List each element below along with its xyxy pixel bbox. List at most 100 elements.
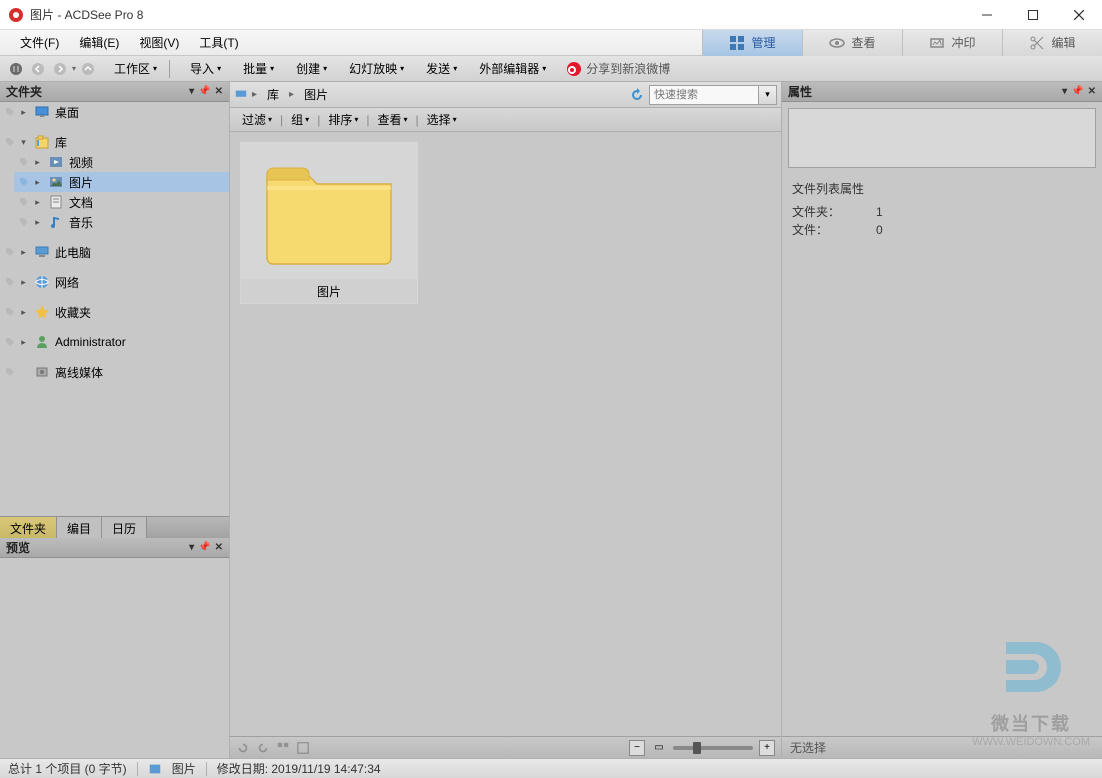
sort-dropdown[interactable]: 排序▾	[324, 109, 362, 130]
panel-pin-icon[interactable]: 📌	[198, 86, 210, 97]
filter-dropdown[interactable]: 过滤▾	[238, 109, 276, 130]
nav-up-icon[interactable]	[78, 59, 98, 79]
tab-folders[interactable]: 文件夹	[0, 517, 57, 538]
tree-desktop[interactable]: ▸桌面	[0, 102, 229, 122]
tab-calendar[interactable]: 日历	[102, 517, 147, 538]
zoom-out-button[interactable]: −	[629, 740, 645, 756]
group-dropdown[interactable]: 组▾	[287, 109, 313, 130]
tree-library[interactable]: ▾库	[0, 132, 229, 152]
panel-dropdown-icon[interactable]: ▾	[189, 542, 194, 553]
properties-panel-header: 属性 ▾ 📌 ✕	[782, 82, 1102, 102]
tree-music[interactable]: ▸音乐	[14, 212, 229, 232]
properties-preview-box	[788, 108, 1096, 168]
breadcrumb-arrow-icon[interactable]: ▸	[252, 89, 257, 100]
preview-pane	[0, 558, 229, 758]
expand-icon[interactable]: ▸	[18, 277, 29, 288]
refresh-icon[interactable]	[629, 87, 645, 103]
thumbnail-label: 图片	[241, 279, 417, 303]
mode-develop[interactable]: 冲印	[902, 30, 1002, 56]
send-dropdown[interactable]: 发送▾	[420, 58, 463, 79]
nav-menu-icon[interactable]	[6, 59, 26, 79]
expand-icon[interactable]: ▸	[18, 247, 29, 258]
tab-catalog[interactable]: 编目	[57, 517, 102, 538]
import-dropdown[interactable]: 导入▾	[184, 58, 227, 79]
tree-network[interactable]: ▸网络	[0, 272, 229, 292]
breadcrumb-arrow-icon[interactable]: ▸	[289, 89, 294, 100]
nav-back-icon[interactable]	[28, 59, 48, 79]
tree-pictures[interactable]: ▸图片	[14, 172, 229, 192]
properties-list-title: 文件列表属性	[792, 180, 1092, 197]
workspace-dropdown[interactable]: 工作区▾	[108, 58, 163, 79]
panel-close-icon[interactable]: ✕	[215, 542, 223, 553]
expand-icon[interactable]: ▸	[18, 337, 29, 348]
mode-view[interactable]: 查看	[802, 30, 902, 56]
documents-icon	[48, 194, 64, 210]
panel-dropdown-icon[interactable]: ▾	[1062, 86, 1067, 97]
view-dropdown[interactable]: 查看▾	[373, 109, 411, 130]
menu-view[interactable]: 视图(V)	[129, 31, 189, 54]
expand-icon[interactable]: ▸	[32, 177, 43, 188]
expand-icon[interactable]: ▸	[32, 197, 43, 208]
slideshow-dropdown[interactable]: 幻灯放映▾	[343, 58, 410, 79]
tree-offline-media[interactable]: ▸离线媒体	[0, 362, 229, 382]
zoom-in-button[interactable]: +	[759, 740, 775, 756]
nav-forward-icon[interactable]	[50, 59, 70, 79]
tree-this-pc[interactable]: ▸此电脑	[0, 242, 229, 262]
window-title: 图片 - ACDSee Pro 8	[30, 6, 964, 23]
menu-edit[interactable]: 编辑(E)	[69, 31, 129, 54]
music-icon	[48, 214, 64, 230]
expand-icon[interactable]: ▸	[18, 107, 29, 118]
tag-icon	[18, 156, 30, 168]
breadcrumb-pictures[interactable]: 图片	[298, 84, 334, 105]
app-icon	[8, 7, 24, 23]
panel-close-icon[interactable]: ✕	[1088, 86, 1096, 97]
panel-dropdown-icon[interactable]: ▾	[189, 86, 194, 97]
folder-panel-header: 文件夹 ▾ 📌 ✕	[0, 82, 229, 102]
zoom-handle[interactable]	[693, 742, 701, 754]
tag-icon	[4, 106, 16, 118]
computer-icon	[34, 244, 50, 260]
mode-edit[interactable]: 编辑	[1002, 30, 1102, 56]
rotate-right-icon[interactable]	[256, 741, 270, 755]
share-weibo-link[interactable]: 分享到新浪微博	[566, 60, 670, 77]
thumbnail-item[interactable]: 图片	[240, 142, 418, 304]
batch-dropdown[interactable]: 批量▾	[237, 58, 280, 79]
quick-search-input[interactable]	[649, 85, 759, 105]
fullscreen-icon[interactable]	[296, 741, 310, 755]
star-icon	[34, 304, 50, 320]
breadcrumb-library[interactable]: 库	[261, 84, 285, 105]
menu-bar: 文件(F) 编辑(E) 视图(V) 工具(T) 管理 查看 冲印 编辑	[0, 30, 1102, 56]
tree-administrator[interactable]: ▸Administrator	[0, 332, 229, 352]
maximize-button[interactable]	[1010, 0, 1056, 30]
expand-icon[interactable]: ▸	[32, 217, 43, 228]
network-icon	[34, 274, 50, 290]
mode-manage[interactable]: 管理	[702, 30, 802, 56]
address-bar: ▸ 库 ▸ 图片 ▾	[230, 82, 781, 108]
panel-close-icon[interactable]: ✕	[215, 86, 223, 97]
develop-icon	[929, 35, 945, 51]
zoom-fit-button[interactable]: ▭	[651, 740, 667, 756]
no-selection-label: 无选择	[782, 736, 1102, 758]
expand-icon[interactable]: ▸	[32, 157, 43, 168]
select-dropdown[interactable]: 选择▾	[423, 109, 461, 130]
search-dropdown-button[interactable]: ▾	[759, 85, 777, 105]
panel-pin-icon[interactable]: 📌	[198, 542, 210, 553]
tree-documents[interactable]: ▸文档	[14, 192, 229, 212]
rotate-left-icon[interactable]	[236, 741, 250, 755]
minimize-button[interactable]	[964, 0, 1010, 30]
collapse-icon[interactable]: ▾	[18, 137, 29, 148]
close-button[interactable]	[1056, 0, 1102, 30]
create-dropdown[interactable]: 创建▾	[290, 58, 333, 79]
tree-videos[interactable]: ▸视频	[14, 152, 229, 172]
properties-list: 文件列表属性 文件夹：1 文件：0	[782, 174, 1102, 245]
menu-file[interactable]: 文件(F)	[10, 31, 69, 54]
menu-tools[interactable]: 工具(T)	[189, 31, 248, 54]
tree-favorites[interactable]: ▸收藏夹	[0, 302, 229, 322]
expand-icon[interactable]: ▸	[18, 307, 29, 318]
panel-pin-icon[interactable]: 📌	[1071, 86, 1083, 97]
ext-editor-dropdown[interactable]: 外部编辑器▾	[473, 58, 552, 79]
thumbnail-area[interactable]: 图片	[230, 132, 781, 736]
view-mode-icon[interactable]	[276, 741, 290, 755]
zoom-slider[interactable]	[673, 746, 753, 750]
tag-icon	[18, 176, 30, 188]
